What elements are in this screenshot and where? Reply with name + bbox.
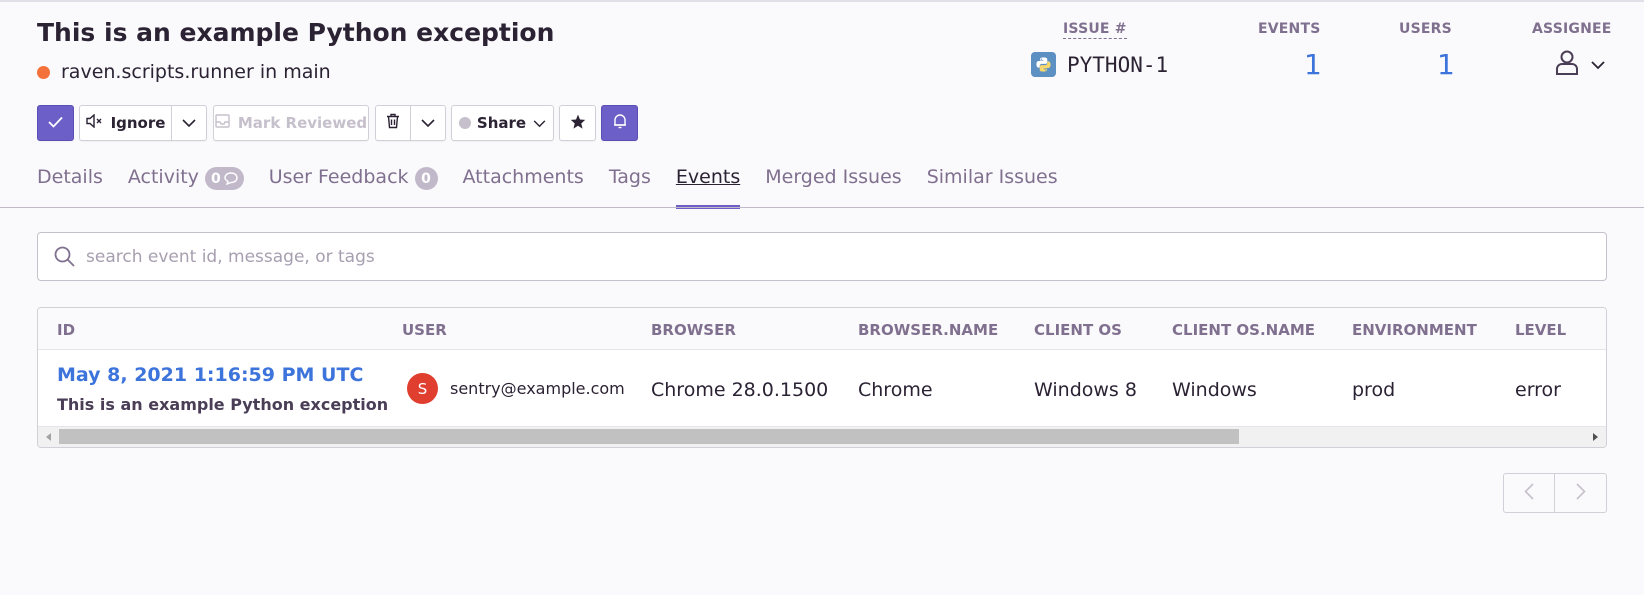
event-search-input[interactable] — [86, 246, 1536, 267]
chevron-down-icon — [1591, 55, 1605, 74]
event-search-bar — [37, 232, 1607, 281]
column-header-id: ID — [57, 321, 76, 339]
next-page-button[interactable] — [1555, 473, 1607, 513]
assignee-label: ASSIGNEE — [1532, 21, 1612, 37]
tab-details[interactable]: Details — [37, 166, 103, 209]
chevron-down-icon — [182, 114, 196, 132]
previous-page-button[interactable] — [1503, 473, 1555, 513]
tab-label: User Feedback — [268, 166, 409, 188]
user-icon — [1553, 48, 1581, 80]
badge-count: 0 — [210, 170, 221, 187]
inbox-icon — [215, 114, 230, 132]
tab-similar-issues[interactable]: Similar Issues — [927, 166, 1058, 209]
tab-label: Details — [37, 166, 103, 188]
tab-label: Activity — [127, 166, 199, 188]
subscribe-button[interactable] — [601, 105, 638, 141]
column-header-environment: ENVIRONMENT — [1352, 321, 1477, 339]
tab-tags[interactable]: Tags — [609, 166, 651, 209]
avatar: S — [407, 373, 438, 404]
resolve-button[interactable] — [37, 105, 74, 141]
table-row: May 8, 2021 1:16:59 PM UTC This is an ex… — [38, 350, 1606, 426]
tabs-divider — [0, 207, 1644, 208]
level-indicator-dot — [37, 65, 50, 79]
browser-name-cell[interactable]: Chrome — [858, 379, 933, 401]
event-link[interactable]: May 8, 2021 1:16:59 PM UTC — [57, 364, 363, 386]
environment-cell[interactable]: prod — [1352, 379, 1395, 401]
mute-icon — [85, 113, 103, 132]
event-message: This is an example Python exception — [57, 395, 389, 414]
bookmark-button[interactable] — [559, 105, 596, 141]
events-label: EVENTS — [1258, 21, 1321, 37]
events-count[interactable]: 1 — [1304, 48, 1322, 81]
delete-options-dropdown[interactable] — [410, 105, 446, 141]
column-header-user: USER — [402, 321, 447, 339]
culprit-text: raven.scripts.runner in main — [61, 61, 331, 83]
browser-cell[interactable]: Chrome 28.0.1500 — [651, 379, 828, 401]
client-os-name-cell[interactable]: Windows — [1172, 379, 1257, 401]
column-header-level: LEVEL — [1515, 321, 1567, 339]
top-border — [0, 0, 1644, 2]
tab-events[interactable]: Events — [675, 166, 741, 209]
table-header: ID USER BROWSER BROWSER.NAME CLIENT OS C… — [38, 308, 1606, 350]
users-label: USERS — [1399, 21, 1452, 37]
share-button[interactable]: Share — [451, 105, 554, 141]
events-table: ID USER BROWSER BROWSER.NAME CLIENT OS C… — [37, 307, 1607, 448]
assignee-selector[interactable] — [1553, 48, 1605, 80]
comment-icon — [223, 172, 238, 185]
bell-icon — [613, 113, 627, 133]
column-header-client-os: CLIENT OS — [1034, 321, 1122, 339]
python-icon — [1031, 52, 1056, 77]
user-feedback-count-badge: 0 — [414, 167, 438, 190]
tab-label: Events — [675, 166, 741, 188]
chevron-right-icon — [1575, 482, 1586, 504]
scrollbar-thumb[interactable] — [59, 429, 1239, 444]
short-id[interactable]: PYTHON-1 — [1031, 52, 1168, 77]
tab-label: Similar Issues — [926, 166, 1058, 188]
chevron-down-icon — [533, 114, 546, 132]
column-header-browser-name: BROWSER.NAME — [858, 321, 999, 339]
level-cell[interactable]: error — [1515, 379, 1561, 401]
share-status-dot-icon — [458, 117, 471, 129]
column-header-browser: BROWSER — [651, 321, 736, 339]
activity-count-badge: 0 — [204, 167, 244, 190]
trash-icon — [386, 113, 400, 133]
tab-label: Merged Issues — [765, 166, 902, 188]
delete-button[interactable] — [375, 105, 411, 141]
tab-activity[interactable]: Activity 0 — [128, 166, 244, 209]
pagination — [1503, 473, 1607, 513]
scroll-right-arrow-icon[interactable] — [1593, 433, 1598, 441]
user-email: sentry@example.com — [450, 379, 625, 398]
tab-attachments[interactable]: Attachments — [463, 166, 584, 209]
chevron-down-icon — [421, 114, 435, 132]
column-header-client-os-name: CLIENT OS.NAME — [1172, 321, 1315, 339]
users-count[interactable]: 1 — [1437, 48, 1455, 81]
ignore-label: Ignore — [110, 114, 166, 132]
tab-user-feedback[interactable]: User Feedback 0 — [269, 166, 438, 209]
share-label: Share — [476, 114, 527, 132]
scroll-left-arrow-icon[interactable] — [46, 433, 51, 441]
short-id-text: PYTHON-1 — [1067, 52, 1169, 77]
horizontal-scrollbar[interactable] — [38, 426, 1606, 447]
issue-culprit: raven.scripts.runner in main — [37, 61, 331, 83]
chevron-left-icon — [1524, 482, 1534, 504]
star-icon — [570, 114, 586, 133]
ignore-options-dropdown[interactable] — [171, 105, 207, 141]
issue-tabs: Details Activity 0 User Feedback 0 Attac… — [37, 166, 1083, 209]
client-os-cell[interactable]: Windows 8 — [1034, 379, 1137, 401]
tab-label: Attachments — [462, 166, 584, 188]
issue-title: This is an example Python exception — [37, 18, 555, 47]
tab-label: Tags — [608, 166, 651, 188]
user-cell[interactable]: S sentry@example.com — [407, 373, 625, 404]
checkmark-icon — [48, 114, 63, 132]
mark-reviewed-button[interactable]: Mark Reviewed — [213, 105, 369, 141]
tab-merged-issues[interactable]: Merged Issues — [765, 166, 901, 209]
mark-reviewed-label: Mark Reviewed — [237, 114, 368, 132]
ignore-button[interactable]: Ignore — [79, 105, 172, 141]
search-icon — [54, 246, 75, 267]
issue-number-label: ISSUE # — [1063, 21, 1127, 39]
